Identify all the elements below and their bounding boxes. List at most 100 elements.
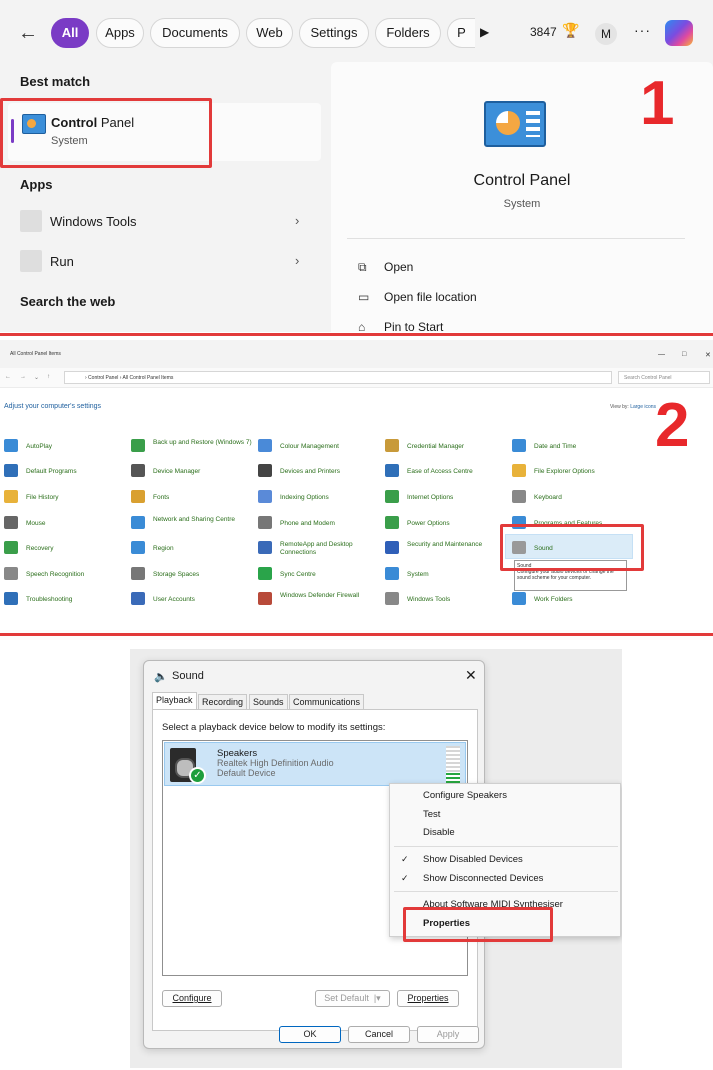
- recent-icon[interactable]: ⌄: [34, 374, 39, 381]
- cp-item-region[interactable]: Region: [131, 537, 255, 561]
- cp-item-label: Network and Sharing Centre: [153, 516, 236, 523]
- maximize-icon[interactable]: □: [682, 351, 686, 358]
- up-icon[interactable]: ↑: [47, 374, 50, 380]
- properties-button[interactable]: Properties: [397, 990, 459, 1007]
- cp-item-storage-spaces[interactable]: Storage Spaces: [131, 563, 255, 587]
- page-heading: Adjust your computer's settings: [4, 403, 102, 410]
- cp-item-remoteapp-and-desktop-connections[interactable]: RemoteApp and Desktop Connections: [258, 537, 382, 561]
- tab-folders[interactable]: Folders: [375, 18, 441, 48]
- close-icon[interactable]: ✕: [465, 667, 477, 684]
- cp-item-speech-recognition[interactable]: Speech Recognition: [4, 563, 128, 587]
- recovery-icon: [4, 541, 18, 554]
- device-speakers[interactable]: ✓ Speakers Realtek High Definition Audio…: [164, 742, 466, 786]
- cp-item-mouse[interactable]: Mouse: [4, 512, 128, 536]
- cp-item-network-and-sharing-centre[interactable]: Network and Sharing Centre: [131, 512, 255, 536]
- cp-item-file-history[interactable]: File History: [4, 486, 128, 510]
- tab-apps[interactable]: Apps: [96, 18, 144, 48]
- copilot-icon[interactable]: [665, 20, 693, 46]
- scroll-tabs-icon[interactable]: ▶: [480, 25, 489, 39]
- address-bar[interactable]: › Control Panel › All Control Panel Item…: [64, 371, 612, 384]
- menu-item-show-disabled[interactable]: Show Disabled Devices: [423, 854, 523, 865]
- cp-item-default-programs[interactable]: Default Programs: [4, 460, 128, 484]
- cp-item-device-manager[interactable]: Device Manager: [131, 460, 255, 484]
- ok-button[interactable]: OK: [279, 1026, 341, 1043]
- menu-item-test[interactable]: Test: [423, 809, 440, 820]
- action-pin-to-start[interactable]: ⌂ Pin to Start: [358, 320, 443, 332]
- more-options-icon[interactable]: ···: [634, 22, 651, 38]
- address-toolbar: ← → ⌄ ↑ › Control Panel › All Control Pa…: [0, 368, 713, 388]
- cp-item-devices-and-printers[interactable]: Devices and Printers: [258, 460, 382, 484]
- cp-item-label: RemoteApp and Desktop Connections: [280, 541, 353, 556]
- detail-subtitle: System: [503, 198, 541, 210]
- app-label: Run: [50, 254, 74, 269]
- cp-item-file-explorer-options[interactable]: File Explorer Options: [512, 460, 636, 484]
- network-and-sharing-centre-icon: [131, 516, 145, 529]
- cp-item-autoplay[interactable]: AutoPlay: [4, 435, 128, 459]
- cp-item-work-folders[interactable]: Work Folders: [512, 588, 636, 612]
- windows-tools-icon: [20, 210, 42, 232]
- cp-item-indexing-options[interactable]: Indexing Options: [258, 486, 382, 510]
- cancel-button[interactable]: Cancel: [348, 1026, 410, 1043]
- cp-item-user-accounts[interactable]: User Accounts: [131, 588, 255, 612]
- view-by[interactable]: View by: Large icons: [610, 404, 656, 410]
- minimize-icon[interactable]: —: [658, 351, 665, 358]
- apply-button[interactable]: Apply: [417, 1026, 479, 1043]
- search-input[interactable]: Search Control Panel: [618, 371, 710, 384]
- tab-web[interactable]: Web: [246, 18, 293, 48]
- rewards-trophy-icon[interactable]: 🏆: [562, 22, 579, 39]
- tab-playback[interactable]: Playback: [152, 692, 197, 710]
- app-result-windows-tools[interactable]: Windows Tools ›: [20, 210, 320, 234]
- back-icon[interactable]: ←: [5, 374, 11, 380]
- cp-item-back-up-and-restore-windows-7[interactable]: Back up and Restore (Windows 7): [131, 435, 255, 459]
- cp-item-security-and-maintenance[interactable]: Security and Maintenance: [385, 537, 509, 561]
- cp-item-label: System: [407, 571, 429, 578]
- close-icon[interactable]: ✕: [705, 351, 711, 359]
- cp-item-credential-manager[interactable]: Credential Manager: [385, 435, 509, 459]
- storage-spaces-icon: [131, 567, 145, 580]
- detail-title: Control Panel: [473, 172, 571, 189]
- cp-item-colour-management[interactable]: Colour Management: [258, 435, 382, 459]
- cp-item-label: File Explorer Options: [534, 468, 595, 475]
- checkmark-icon: ✓: [401, 854, 409, 864]
- configure-button[interactable]: Configure: [162, 990, 222, 1007]
- cp-item-label: Credential Manager: [407, 443, 465, 450]
- tab-photos[interactable]: P: [447, 18, 475, 48]
- forward-icon[interactable]: →: [20, 374, 26, 380]
- chevron-right-icon[interactable]: ›: [295, 213, 299, 228]
- cp-item-recovery[interactable]: Recovery: [4, 537, 128, 561]
- cp-item-date-and-time[interactable]: Date and Time: [512, 435, 636, 459]
- back-arrow-icon[interactable]: ←: [18, 22, 38, 45]
- tab-all[interactable]: All: [51, 18, 89, 48]
- tab-sounds[interactable]: Sounds: [249, 694, 288, 710]
- cp-item-system[interactable]: System: [385, 563, 509, 587]
- cp-item-label: Windows Defender Firewall: [280, 592, 360, 599]
- cp-item-sync-centre[interactable]: Sync Centre: [258, 563, 382, 587]
- action-open[interactable]: ⧉ Open: [358, 260, 413, 275]
- cp-item-windows-tools[interactable]: Windows Tools: [385, 588, 509, 612]
- avatar[interactable]: M: [595, 23, 617, 45]
- tab-recording[interactable]: Recording: [198, 694, 248, 710]
- menu-item-show-disconnected[interactable]: Show Disconnected Devices: [423, 873, 543, 884]
- cp-item-phone-and-modem[interactable]: Phone and Modem: [258, 512, 382, 536]
- cp-item-windows-defender-firewall[interactable]: Windows Defender Firewall: [258, 588, 382, 612]
- cp-item-internet-options[interactable]: Internet Options: [385, 486, 509, 510]
- cp-item-label: Windows Tools: [407, 596, 451, 603]
- menu-item-disable[interactable]: Disable: [423, 827, 455, 838]
- cp-item-fonts[interactable]: Fonts: [131, 486, 255, 510]
- cp-item-power-options[interactable]: Power Options: [385, 512, 509, 536]
- cp-item-ease-of-access-centre[interactable]: Ease of Access Centre: [385, 460, 509, 484]
- menu-item-configure-speakers[interactable]: Configure Speakers: [423, 790, 507, 801]
- set-default-button[interactable]: Set Default |▾: [315, 990, 390, 1007]
- user-accounts-icon: [131, 592, 145, 605]
- cp-item-troubleshooting[interactable]: Troubleshooting: [4, 588, 128, 612]
- work-folders-icon: [512, 592, 526, 605]
- tab-documents[interactable]: Documents: [150, 18, 240, 48]
- cp-item-keyboard[interactable]: Keyboard: [512, 486, 636, 510]
- app-result-run[interactable]: Run ›: [20, 250, 320, 274]
- remoteapp-and-desktop-connections-icon: [258, 541, 272, 554]
- chevron-right-icon[interactable]: ›: [295, 253, 299, 268]
- tab-settings[interactable]: Settings: [299, 18, 369, 48]
- step-number-2: 2: [655, 391, 690, 460]
- tab-communications[interactable]: Communications: [289, 694, 365, 710]
- action-open-file-location[interactable]: ▭ Open file location: [358, 290, 477, 304]
